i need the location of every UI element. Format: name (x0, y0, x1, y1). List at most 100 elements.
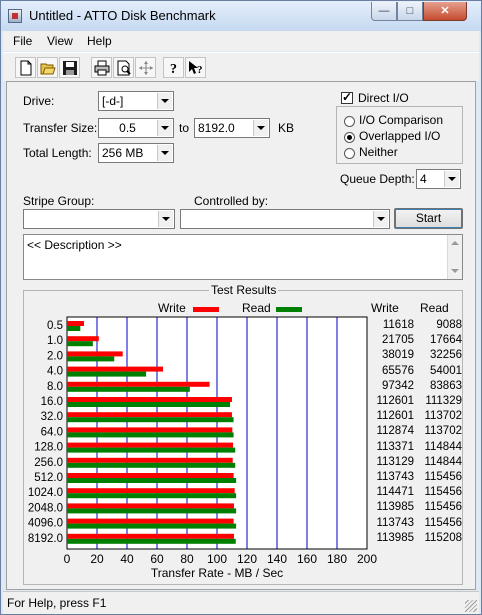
y-tick-label: 32.0 (41, 411, 63, 423)
y-tick-label: 64.0 (41, 426, 63, 438)
read-value: 83863 (430, 379, 462, 392)
transfer-size-label: Transfer Size: (23, 121, 98, 135)
x-tick-label: 100 (207, 552, 227, 566)
overlapped-io-radio[interactable] (344, 132, 355, 143)
write-bar (67, 427, 233, 433)
direct-io-checkbox[interactable] (341, 90, 353, 104)
window-title: Untitled - ATTO Disk Benchmark (29, 8, 216, 23)
write-bar (67, 457, 233, 463)
chevron-down-icon[interactable] (253, 120, 268, 136)
close-button[interactable]: ✕ (423, 2, 467, 21)
total-length-select[interactable]: 256 MB (98, 143, 174, 163)
read-value: 113702 (424, 410, 462, 423)
read-value: 115456 (424, 486, 462, 499)
controlled-by-select[interactable] (180, 209, 390, 229)
read-value: 114844 (424, 440, 462, 453)
benchmark-panel: Drive: [-d-] Transfer Size: 0.5 to 8192.… (6, 81, 476, 590)
read-value: 114844 (424, 455, 462, 468)
y-tick-label: 256.0 (34, 457, 63, 469)
read-value: 115456 (424, 501, 462, 514)
chevron-down-icon[interactable] (158, 211, 173, 227)
write-bar (67, 503, 234, 509)
queue-depth-select[interactable]: 4 (416, 169, 461, 189)
menu-bar: File View Help (3, 31, 479, 51)
menu-view[interactable]: View (47, 34, 73, 48)
move-icon[interactable] (135, 57, 156, 78)
read-value: 115456 (424, 471, 462, 483)
save-icon[interactable] (59, 57, 80, 78)
y-tick-label: 4.0 (47, 366, 63, 378)
read-bar (67, 478, 237, 483)
x-tick-label: 200 (357, 552, 377, 566)
write-bar (67, 533, 234, 539)
chevron-down-icon[interactable] (157, 145, 172, 161)
chevron-down-icon[interactable] (157, 93, 172, 109)
print-preview-icon[interactable] (113, 57, 134, 78)
menu-help[interactable]: Help (87, 34, 112, 48)
transfer-size-from-select[interactable]: 0.5 (98, 118, 174, 138)
help-icon[interactable]: ? (163, 57, 184, 78)
x-tick-label: 140 (267, 552, 287, 566)
y-tick-label: 8.0 (47, 381, 63, 393)
toolbar: ? ? (3, 52, 479, 81)
start-button[interactable]: Start (394, 208, 463, 229)
chevron-down-icon[interactable] (157, 120, 172, 136)
read-value: 9088 (436, 319, 462, 331)
y-tick-label: 8192.0 (28, 533, 63, 545)
x-tick-label: 160 (297, 552, 317, 566)
svg-text:?: ? (170, 62, 177, 76)
to-label: to (179, 121, 190, 135)
neither-radio[interactable] (344, 148, 355, 159)
read-value: 54001 (430, 364, 462, 377)
y-tick-label: 128.0 (34, 442, 63, 454)
read-value: 115456 (424, 516, 462, 529)
stripe-group-select[interactable] (23, 209, 175, 229)
title-bar[interactable]: Untitled - ATTO Disk Benchmark — □ ✕ (1, 1, 481, 31)
minimize-button[interactable]: — (371, 2, 397, 21)
read-bar (67, 493, 237, 499)
read-bar (67, 356, 115, 362)
stripe-group-label: Stripe Group: (23, 194, 95, 208)
queue-depth-value: 4 (420, 172, 427, 186)
write-bar (67, 473, 234, 478)
io-comparison-label[interactable]: I/O Comparison (359, 113, 443, 127)
description-scrollbar[interactable] (447, 235, 462, 279)
direct-io-label[interactable]: Direct I/O (358, 91, 409, 105)
read-bar (67, 447, 236, 453)
write-bar (67, 397, 232, 402)
x-tick-label: 60 (150, 552, 164, 566)
read-bar (67, 432, 234, 438)
x-tick-label: 0 (64, 552, 71, 566)
y-tick-label: 0.5 (47, 320, 63, 332)
chevron-down-icon[interactable] (444, 171, 459, 187)
x-tick-label: 120 (237, 552, 257, 566)
print-icon[interactable] (91, 57, 112, 78)
read-bar (67, 386, 190, 392)
open-icon[interactable] (37, 57, 58, 78)
drive-value: [-d-] (102, 94, 124, 108)
neither-label[interactable]: Neither (359, 145, 398, 159)
y-tick-label: 4096.0 (28, 518, 63, 530)
maximize-button[interactable]: □ (397, 2, 423, 21)
overlapped-io-label[interactable]: Overlapped I/O (359, 129, 440, 143)
io-comparison-radio[interactable] (344, 116, 355, 127)
write-bar (67, 351, 123, 357)
read-bar (67, 538, 236, 544)
menu-file[interactable]: File (13, 34, 32, 48)
read-bar (67, 508, 237, 514)
drive-select[interactable]: [-d-] (98, 91, 174, 111)
app-icon[interactable] (8, 9, 22, 23)
context-help-icon[interactable]: ? (185, 57, 206, 78)
description-box[interactable]: << Description >> (23, 234, 463, 280)
scroll-down-icon[interactable] (451, 269, 459, 273)
app-window: Untitled - ATTO Disk Benchmark — □ ✕ Fil… (0, 0, 482, 615)
read-value: 17664 (430, 334, 462, 347)
new-icon[interactable] (15, 57, 36, 78)
y-tick-label: 1024.0 (28, 487, 63, 499)
read-bar (67, 371, 147, 377)
resize-grip-icon[interactable] (465, 600, 477, 612)
scroll-up-icon[interactable] (451, 241, 459, 245)
svg-text:?: ? (197, 64, 203, 76)
transfer-size-to-select[interactable]: 8192.0 (194, 118, 270, 138)
chevron-down-icon[interactable] (373, 211, 388, 227)
